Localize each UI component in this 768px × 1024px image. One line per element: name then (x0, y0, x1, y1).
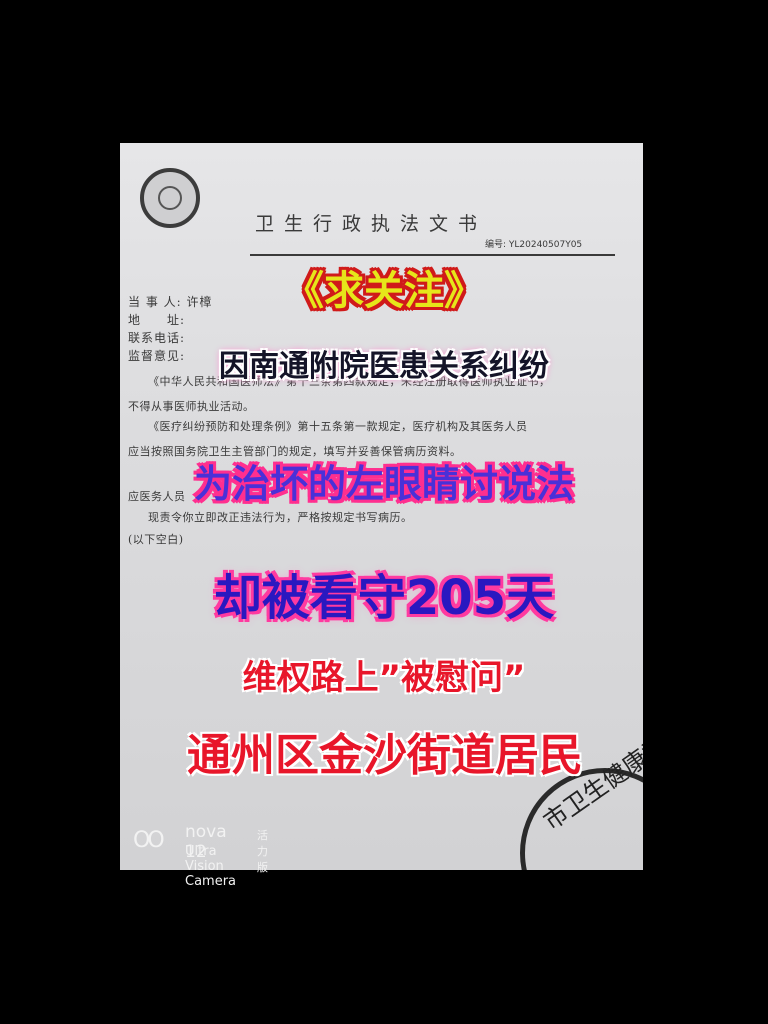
camera-name: Ultra Vision Camera (185, 844, 237, 889)
body-line: 现责令你立即改正违法行为，严格按规定书写病历。 (148, 511, 413, 524)
document-title: 卫生行政执法文书 (255, 213, 488, 235)
overlay-follow-request: 《求关注》 (284, 268, 484, 314)
overlay-eye-claim: 为治坏的左眼睛讨说法 (193, 462, 574, 506)
body-line: (以下空白) (128, 533, 184, 546)
camera-edition: 活力版 (257, 829, 268, 874)
camera-logo-icon: OO (133, 828, 165, 853)
title-divider (250, 254, 615, 256)
document-number: 编号: YL20240507Y05 (485, 240, 583, 250)
overlay-visited: 维权路上”被慰问” (242, 658, 526, 698)
body-line: 不得从事医师执业活动。 (128, 400, 255, 413)
body-line: 《医疗纠纷预防和处理条例》第十五条第一款规定，医疗机构及其医务人员 (148, 420, 528, 433)
overlay-dispute: 因南通附院医患关系纠纷 (219, 349, 549, 384)
emblem-seal (140, 168, 200, 228)
overlay-resident: 通州区金沙街道居民 (187, 730, 583, 781)
overlay-detention: 却被看守205天 (213, 570, 555, 626)
